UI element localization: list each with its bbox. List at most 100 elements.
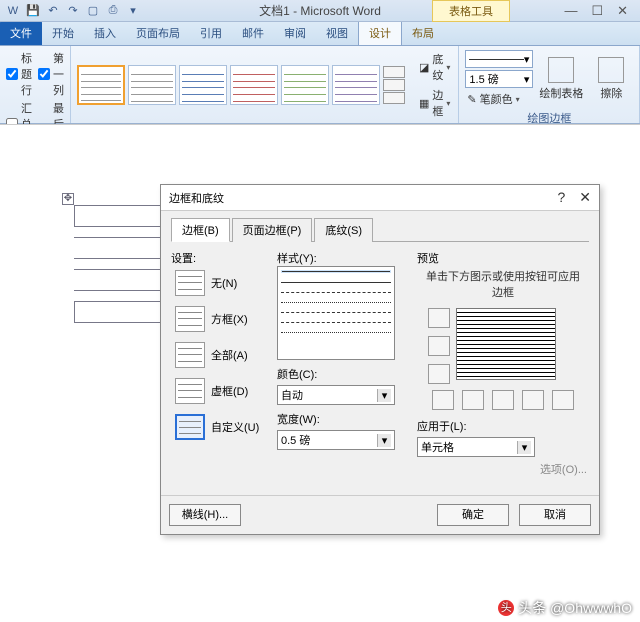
window-controls: — ☐ ✕ [564,3,636,19]
dialog-title: 边框和底纹 [169,190,224,206]
tab-pagelayout[interactable]: 页面布局 [126,21,190,45]
tab-references[interactable]: 引用 [190,21,232,45]
settings-label: 设置: [171,250,267,266]
shading-button[interactable]: ◪ 底纹 [417,50,452,84]
titlebar: W 💾 ↶ ↷ ▢ ⎙ ▾ 文档1 - Microsoft Word 表格工具 … [0,0,640,22]
watermark-icon: 头 [498,600,514,616]
chk-header-row[interactable]: 标题行 [6,50,32,98]
dialog-tabs: 边框(B) 页面边框(P) 底纹(S) [171,217,589,242]
border-left-button[interactable] [462,390,484,410]
undo-icon[interactable]: ↶ [44,2,62,20]
settings-column: 设置: 无(N) 方框(X) 全部(A) 虚框(D) 自定义(U) [171,250,267,481]
tab-table-layout[interactable]: 布局 [402,21,444,45]
options-button[interactable]: 选项(O)... [417,457,589,481]
minimize-button[interactable]: — [564,3,577,19]
setting-custom[interactable]: 自定义(U) [175,414,267,440]
tab-design[interactable]: 设计 [358,20,402,45]
draw-table-button[interactable]: 绘制表格 [539,50,583,108]
dialog-footer: 横线(H)... 确定 取消 [161,495,599,534]
preview-sample[interactable] [456,308,556,380]
tab-view[interactable]: 视图 [316,21,358,45]
chk-first-col[interactable]: 第一列 [38,50,64,98]
border-diag1-button[interactable] [432,390,454,410]
ribbon: 标题行 汇总行 镶边行 第一列 最后一列 镶边列 表格样式选项 [0,46,640,124]
dialog-titlebar: 边框和底纹 ? ✕ [161,185,599,211]
style-item[interactable] [230,65,278,105]
qat-more-icon[interactable]: ▾ [124,2,142,20]
border-hmiddle-button[interactable] [428,336,450,356]
maximize-button[interactable]: ☐ [591,3,603,19]
color-combo[interactable]: 自动▾ [277,385,395,405]
width-label: 宽度(W): [277,411,407,427]
grid-icon [175,378,205,404]
eraser-button[interactable]: 擦除 [589,50,633,108]
contextual-tab-label: 表格工具 [432,0,510,22]
eraser-icon [598,57,624,83]
border-right-button[interactable] [522,390,544,410]
style-item[interactable] [179,65,227,105]
gallery-down-icon[interactable] [383,79,405,91]
style-gallery[interactable] [77,50,405,120]
borders-button[interactable]: ▦ 边框 [417,86,452,120]
border-top-button[interactable] [428,308,450,328]
width-combo[interactable]: 0.5 磅▾ [277,430,395,450]
style-item[interactable] [332,65,380,105]
preview-column: 预览 单击下方图示或使用按钮可应用边框 [417,250,589,481]
preview-note: 单击下方图示或使用按钮可应用边框 [417,266,589,302]
box-icon [175,306,205,332]
new-icon[interactable]: ▢ [84,2,102,20]
group-style-options: 标题行 汇总行 镶边行 第一列 最后一列 镶边列 表格样式选项 [0,46,71,123]
save-icon[interactable]: 💾 [24,2,42,20]
style-column: 样式(Y): 颜色(C): 自动▾ 宽度(W): 0.5 磅▾ [277,250,407,481]
all-icon [175,342,205,368]
applyto-label: 应用于(L): [417,418,467,434]
tab-insert[interactable]: 插入 [84,21,126,45]
ribbon-tabs: 文件 开始 插入 页面布局 引用 邮件 审阅 视图 设计 布局 [0,22,640,46]
border-vmiddle-button[interactable] [492,390,514,410]
color-label: 颜色(C): [277,366,407,382]
setting-all[interactable]: 全部(A) [175,342,267,368]
table-anchor-icon[interactable]: ✥ [62,193,74,205]
border-diag2-button[interactable] [552,390,574,410]
group-draw-borders: ▾ 1.5 磅▾ ✎ 笔颜色 绘制表格 擦除 绘图边框 [459,46,640,123]
gallery-more-icon[interactable] [383,92,405,104]
none-icon [175,270,205,296]
dialog-help-button[interactable]: ? [557,189,565,206]
close-button[interactable]: ✕ [617,3,628,19]
style-item[interactable] [77,65,125,105]
style-listbox[interactable] [277,266,395,360]
cancel-button[interactable]: 取消 [519,504,591,526]
hline-button[interactable]: 横线(H)... [169,504,241,526]
border-bottom-button[interactable] [428,364,450,384]
setting-box[interactable]: 方框(X) [175,306,267,332]
app-title: 文档1 - Microsoft Word [259,2,381,19]
tab-file[interactable]: 文件 [0,21,42,45]
quick-access-toolbar: W 💾 ↶ ↷ ▢ ⎙ ▾ [4,2,142,20]
custom-icon [175,414,205,440]
tab-home[interactable]: 开始 [42,21,84,45]
dialog-close-button[interactable]: ✕ [579,189,591,206]
print-icon[interactable]: ⎙ [104,2,122,20]
redo-icon[interactable]: ↷ [64,2,82,20]
watermark: 头 头条 @OhwwwhO [498,598,632,618]
preview-label: 预览 [417,250,589,266]
style-item[interactable] [281,65,329,105]
style-item[interactable] [128,65,176,105]
tab-review[interactable]: 审阅 [274,21,316,45]
line-width-select[interactable]: 1.5 磅▾ [465,70,533,88]
tab-mailings[interactable]: 邮件 [232,21,274,45]
word-icon[interactable]: W [4,2,22,20]
gallery-up-icon[interactable] [383,66,405,78]
setting-grid[interactable]: 虚框(D) [175,378,267,404]
borders-shading-dialog: 边框和底纹 ? ✕ 边框(B) 页面边框(P) 底纹(S) 设置: 无(N) 方… [160,184,600,535]
dlg-tab-page-border[interactable]: 页面边框(P) [232,218,313,242]
dlg-tab-borders[interactable]: 边框(B) [171,218,230,242]
pen-color-button[interactable]: ✎ 笔颜色 [465,90,533,108]
dlg-tab-shading[interactable]: 底纹(S) [314,218,373,242]
group-table-styles: ◪ 底纹 ▦ 边框 表格样式 [71,46,459,123]
ok-button[interactable]: 确定 [437,504,509,526]
setting-none[interactable]: 无(N) [175,270,267,296]
line-style-select[interactable]: ▾ [465,50,533,68]
style-label: 样式(Y): [277,250,407,266]
applyto-combo[interactable]: 单元格▾ [417,437,535,457]
